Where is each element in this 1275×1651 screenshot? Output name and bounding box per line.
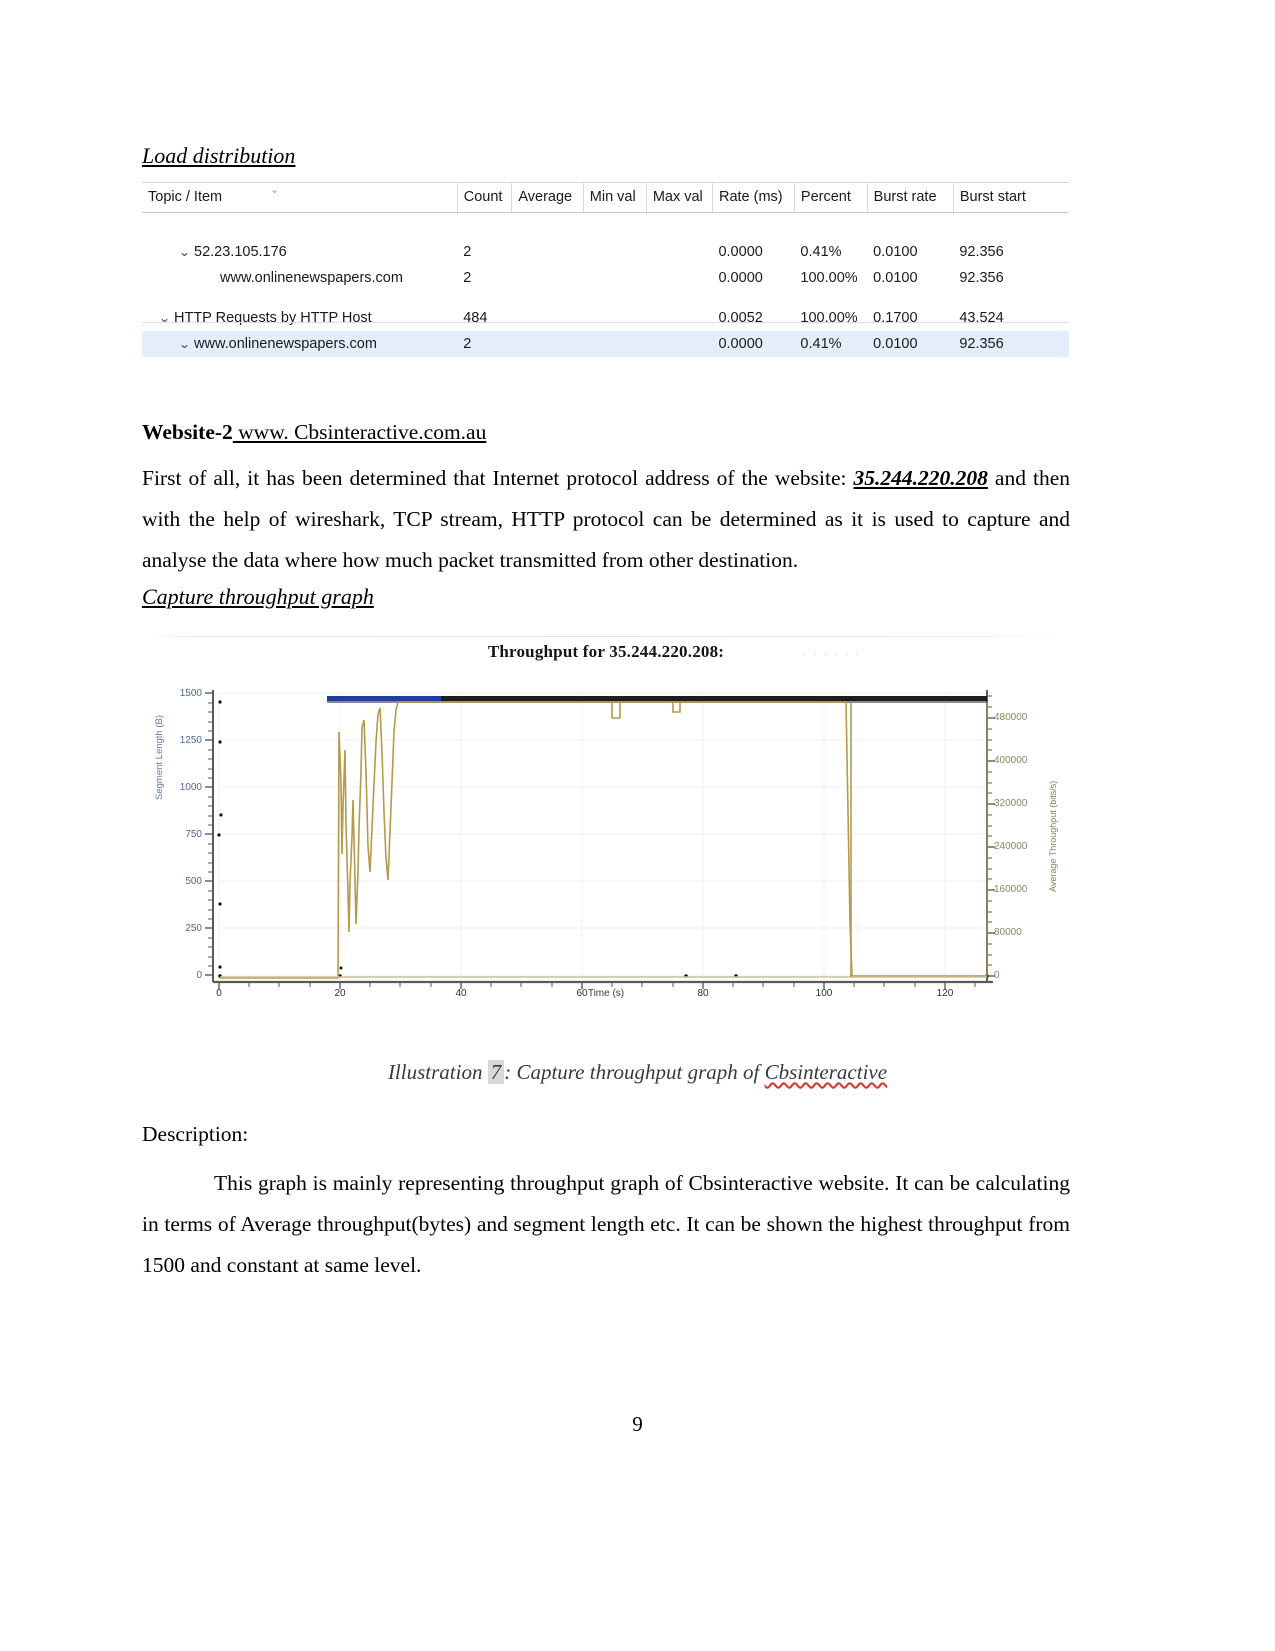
chevron-expand-icon[interactable]: ⌄ <box>178 245 196 259</box>
row-count: 484 <box>463 309 488 326</box>
column-header-burst-start[interactable]: Burst start <box>952 182 1069 213</box>
row-min-val <box>583 305 646 331</box>
capture-throughput-heading: Capture throughput graph <box>142 584 374 609</box>
left-axis <box>205 690 214 982</box>
row-burst-start: 92.356 <box>953 330 1069 357</box>
row-min-val <box>583 265 646 291</box>
column-header-average[interactable]: Average <box>511 182 584 213</box>
page-number: 9 <box>632 1412 643 1436</box>
ip-address-value: 35.244.220.208 <box>853 466 988 490</box>
throughput-chart-figure: Throughput for 35.244.220.208: · · · · ·… <box>142 632 1070 1052</box>
row-min-val <box>583 239 646 265</box>
column-header-count[interactable]: Count <box>456 182 512 213</box>
website2-heading: Website-2 www. Cbsinteractive.com.au <box>142 420 486 445</box>
table-row[interactable]: ⌄ HTTP Requests by HTTP Host 484 0.0052 1… <box>142 305 1069 331</box>
row-min-val <box>583 330 647 357</box>
chevron-expand-icon[interactable]: ⌄ <box>178 337 196 351</box>
load-distribution-heading: Load distribution <box>142 143 296 168</box>
row-burst-rate: 0.1700 <box>873 309 918 326</box>
table-row[interactable]: ⌄ 52.23.105.176 2 0.0000 0.41% 0.0100 92.… <box>142 239 1069 265</box>
row-item-cell[interactable]: www.onlinenewspapers.com <box>142 265 457 291</box>
row-average <box>512 305 583 331</box>
column-header-rate-ms[interactable]: Rate (ms) <box>711 182 795 213</box>
row-percent: 0.41% <box>794 330 868 357</box>
column-label: Topic / Item <box>148 189 223 205</box>
row-item-label: HTTP Requests by HTTP Host <box>174 309 372 326</box>
row-rate-ms: 0.0052 <box>718 309 763 326</box>
row-count: 2 <box>463 269 472 286</box>
caption-prefix: Illustration <box>387 1060 488 1084</box>
table-row[interactable]: ⌄ www.onlinenewspapers.com 2 0.0000 0.41%… <box>142 330 1069 357</box>
row-count: 2 <box>463 243 472 260</box>
description-label: Description: <box>142 1122 249 1146</box>
row-burst-rate: 0.0100 <box>867 330 954 357</box>
load-distribution-table: Topic / Item ⌄ Count Average Min val Max… <box>142 182 1069 357</box>
row-count: 2 <box>457 330 512 357</box>
row-item-label: 52.23.105.176 <box>194 243 287 260</box>
row-max-val <box>646 330 713 357</box>
column-header-max-val[interactable]: Max val <box>645 182 713 213</box>
row-item-label: www.onlinenewspapers.com <box>220 269 403 286</box>
website2-label: Website-2 <box>142 420 233 444</box>
paragraph-text-before-ip: First of all, it has been determined tha… <box>142 466 854 490</box>
row-item-label: www.onlinenewspapers.com <box>194 335 377 352</box>
table-header-row: Topic / Item ⌄ Count Average Min val Max… <box>142 182 1069 213</box>
row-rate-ms: 0.0000 <box>718 269 763 286</box>
row-percent: 0.41% <box>800 243 842 260</box>
caption-number-field: 7 <box>487 1060 505 1084</box>
row-percent: 100.00% <box>800 309 858 326</box>
row-burst-rate: 0.0100 <box>873 243 918 260</box>
row-max-val <box>646 265 712 291</box>
document-page: Load distribution Topic / Item ⌄ Count A… <box>0 0 1275 1651</box>
row-percent: 100.00% <box>800 269 858 286</box>
row-average <box>512 239 583 265</box>
column-header-percent[interactable]: Percent <box>793 182 868 213</box>
table-bottom-divider <box>142 322 1069 323</box>
row-burst-start: 92.356 <box>959 243 1004 260</box>
column-header-burst-rate[interactable]: Burst rate <box>866 182 954 213</box>
row-burst-start: 92.356 <box>959 269 1004 286</box>
chevron-down-icon: ⌄ <box>270 184 280 196</box>
table-spacer <box>142 291 1069 305</box>
row-burst-rate: 0.0100 <box>873 269 918 286</box>
row-max-val <box>646 239 712 265</box>
table-spacer <box>142 213 1069 239</box>
website2-url: www. Cbsinteractive.com.au <box>232 420 487 444</box>
row-item-cell[interactable]: ⌄ 52.23.105.176 <box>142 239 457 265</box>
row-max-val <box>646 305 712 331</box>
row-item-cell[interactable]: ⌄ www.onlinenewspapers.com <box>142 330 458 357</box>
row-average <box>511 330 584 357</box>
row-average <box>512 265 583 291</box>
description-paragraph: This graph is mainly representing throug… <box>142 1171 1070 1277</box>
column-header-min-val[interactable]: Min val <box>582 182 647 213</box>
column-header-topic-item[interactable]: Topic / Item ⌄ <box>142 182 458 213</box>
caption-middle: : Capture throughput graph of <box>504 1060 765 1084</box>
row-rate-ms: 0.0000 <box>712 330 795 357</box>
figure-caption: Illustration 7: Capture throughput graph… <box>0 1060 1275 1085</box>
bottom-axis <box>213 980 993 989</box>
row-rate-ms: 0.0000 <box>718 243 763 260</box>
website2-paragraph: First of all, it has been determined tha… <box>142 458 1070 581</box>
caption-subject: Cbsinteractive <box>764 1060 888 1084</box>
table-row[interactable]: www.onlinenewspapers.com 2 0.0000 100.00… <box>142 265 1069 291</box>
chart-plot-area <box>205 690 995 989</box>
row-item-cell[interactable]: ⌄ HTTP Requests by HTTP Host <box>142 305 457 331</box>
row-burst-start: 43.524 <box>959 309 1004 326</box>
